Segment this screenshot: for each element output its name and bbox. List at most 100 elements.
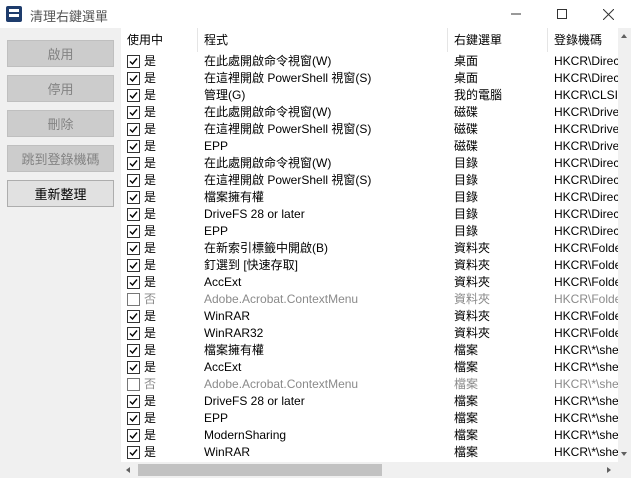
list-item[interactable]: 是 AccExt 檔案 HKCR\*\shel: [121, 359, 618, 376]
program-name: 檔案擁有權: [204, 343, 265, 357]
scroll-right-arrow-icon[interactable]: [607, 467, 611, 473]
minimize-button[interactable]: [493, 0, 539, 28]
enabled-checkbox[interactable]: [127, 72, 140, 85]
status-text: 是: [144, 309, 157, 323]
program-name: 管理(G): [204, 88, 246, 102]
vertical-scrollbar[interactable]: [618, 28, 631, 462]
program-name: Adobe.Acrobat.ContextMenu: [204, 377, 359, 391]
enabled-checkbox[interactable]: [127, 259, 140, 272]
list-item[interactable]: 是 管理(G) 我的電腦 HKCR\CLSID: [121, 87, 618, 104]
enabled-checkbox[interactable]: [127, 242, 140, 255]
list-item[interactable]: 是 WinRAR32 資料夾 HKCR\Folder: [121, 325, 618, 342]
horizontal-scroll-thumb[interactable]: [138, 464, 382, 476]
program-name: Adobe.Acrobat.ContextMenu: [204, 292, 359, 306]
registry-key: HKCR\Directo: [554, 173, 618, 187]
enabled-checkbox[interactable]: [127, 225, 140, 238]
program-name: 在此處開啟命令視窗(W): [204, 156, 332, 170]
enabled-checkbox[interactable]: [127, 378, 140, 391]
list-item[interactable]: 是 AccExt 資料夾 HKCR\Folder: [121, 274, 618, 291]
enabled-checkbox[interactable]: [127, 157, 140, 170]
status-text: 是: [144, 241, 157, 255]
enabled-checkbox[interactable]: [127, 293, 140, 306]
program-name: DriveFS 28 or later: [204, 207, 305, 221]
enabled-checkbox[interactable]: [127, 208, 140, 221]
list-item[interactable]: 是 在此處開啟命令視窗(W) 桌面 HKCR\Directo: [121, 53, 618, 70]
context-menu-list[interactable]: 使用中 程式 右鍵選單 登錄機碼 是在此處開啟命令視窗(W) 桌面 HKCR\Dir…: [121, 28, 631, 478]
status-text: 是: [144, 445, 157, 459]
enabled-checkbox[interactable]: [127, 429, 140, 442]
close-icon: [602, 8, 614, 20]
checkmark-icon: [129, 364, 138, 372]
disable-button[interactable]: 停用: [7, 75, 114, 102]
enabled-checkbox[interactable]: [127, 191, 140, 204]
checkmark-icon: [129, 449, 138, 457]
menu-location: 目錄: [454, 207, 479, 221]
menu-location: 桌面: [454, 71, 479, 85]
registry-key: HKCR\Drive\: [554, 139, 618, 153]
list-item[interactable]: 是 釘選到 [快速存取] 資料夾 HKCR\Folder: [121, 257, 618, 274]
status-text: 是: [144, 122, 157, 136]
list-item[interactable]: 是 WinRAR 檔案 HKCR\*\shel: [121, 444, 618, 461]
enabled-checkbox[interactable]: [127, 55, 140, 68]
program-name: DriveFS 28 or later: [204, 394, 305, 408]
checkmark-icon: [129, 398, 138, 406]
checkmark-icon: [129, 58, 138, 66]
enabled-checkbox[interactable]: [127, 140, 140, 153]
enabled-checkbox[interactable]: [127, 174, 140, 187]
status-text: 是: [144, 394, 157, 408]
menu-location: 目錄: [454, 190, 479, 204]
list-item[interactable]: 否 Adobe.Acrobat.ContextMenu 資料夾 HKCR\Folder: [121, 291, 618, 308]
enabled-checkbox[interactable]: [127, 106, 140, 119]
refresh-button[interactable]: 重新整理: [7, 180, 114, 207]
enabled-checkbox[interactable]: [127, 310, 140, 323]
scroll-up-arrow-icon[interactable]: [621, 34, 627, 38]
column-header-active[interactable]: 使用中: [121, 28, 198, 52]
column-header-program[interactable]: 程式: [198, 28, 448, 52]
list-item[interactable]: 是 EPP 磁碟 HKCR\Drive\: [121, 138, 618, 155]
delete-button[interactable]: 刪除: [7, 110, 114, 137]
list-item[interactable]: 是 EPP 檔案 HKCR\*\shel: [121, 410, 618, 427]
status-text: 是: [144, 207, 157, 221]
window-title: 清理右鍵選單: [30, 9, 109, 24]
enabled-checkbox[interactable]: [127, 276, 140, 289]
list-item[interactable]: 是 EPP 目錄 HKCR\Directo: [121, 223, 618, 240]
enabled-checkbox[interactable]: [127, 344, 140, 357]
menu-location: 資料夾: [454, 292, 491, 306]
app-icon: [6, 6, 22, 22]
list-item[interactable]: 是 在新索引標籤中開啟(B) 資料夾 HKCR\Folder: [121, 240, 618, 257]
registry-key: HKCR\Directo: [554, 71, 618, 85]
close-button[interactable]: [585, 0, 631, 28]
scroll-left-arrow-icon[interactable]: [126, 467, 130, 473]
list-item[interactable]: 是 在這裡開啟 PowerShell 視窗(S) 磁碟 HKCR\Drive\: [121, 121, 618, 138]
list-item[interactable]: 是 WinRAR 資料夾 HKCR\Folder: [121, 308, 618, 325]
enabled-checkbox[interactable]: [127, 446, 140, 459]
enabled-checkbox[interactable]: [127, 361, 140, 374]
column-header-menu[interactable]: 右鍵選單: [448, 28, 548, 52]
status-text: 是: [144, 360, 157, 374]
list-item[interactable]: 是 在此處開啟命令視窗(W) 目錄 HKCR\Directo: [121, 155, 618, 172]
list-item[interactable]: 是 ModernSharing 檔案 HKCR\*\shel: [121, 427, 618, 444]
list-item[interactable]: 是 檔案擁有權 檔案 HKCR\*\shel: [121, 342, 618, 359]
menu-location: 目錄: [454, 173, 479, 187]
list-item[interactable]: 是 在這裡開啟 PowerShell 視窗(S) 桌面 HKCR\Directo: [121, 70, 618, 87]
list-item[interactable]: 是 DriveFS 28 or later 檔案 HKCR\*\shel: [121, 393, 618, 410]
enabled-checkbox[interactable]: [127, 412, 140, 425]
list-item[interactable]: 否 Adobe.Acrobat.ContextMenu 檔案 HKCR\*\shel: [121, 376, 618, 393]
menu-location: 檔案: [454, 428, 479, 442]
list-item[interactable]: 是 在這裡開啟 PowerShell 視窗(S) 目錄 HKCR\Directo: [121, 172, 618, 189]
status-text: 否: [144, 292, 157, 306]
enabled-checkbox[interactable]: [127, 327, 140, 340]
menu-location: 資料夾: [454, 258, 491, 272]
enable-button[interactable]: 啟用: [7, 40, 114, 67]
list-item[interactable]: 是 在此處開啟命令視窗(W) 磁碟 HKCR\Drive\: [121, 104, 618, 121]
list-item[interactable]: 是 檔案擁有權 目錄 HKCR\Directo: [121, 189, 618, 206]
program-name: 在新索引標籤中開啟(B): [204, 241, 328, 255]
scroll-down-arrow-icon[interactable]: [621, 452, 627, 456]
horizontal-scrollbar[interactable]: [121, 462, 618, 478]
jump-to-registry-button[interactable]: 跳到登錄機碼: [7, 145, 114, 172]
enabled-checkbox[interactable]: [127, 395, 140, 408]
list-item[interactable]: 是 DriveFS 28 or later 目錄 HKCR\Directo: [121, 206, 618, 223]
maximize-button[interactable]: [539, 0, 585, 28]
enabled-checkbox[interactable]: [127, 123, 140, 136]
enabled-checkbox[interactable]: [127, 89, 140, 102]
